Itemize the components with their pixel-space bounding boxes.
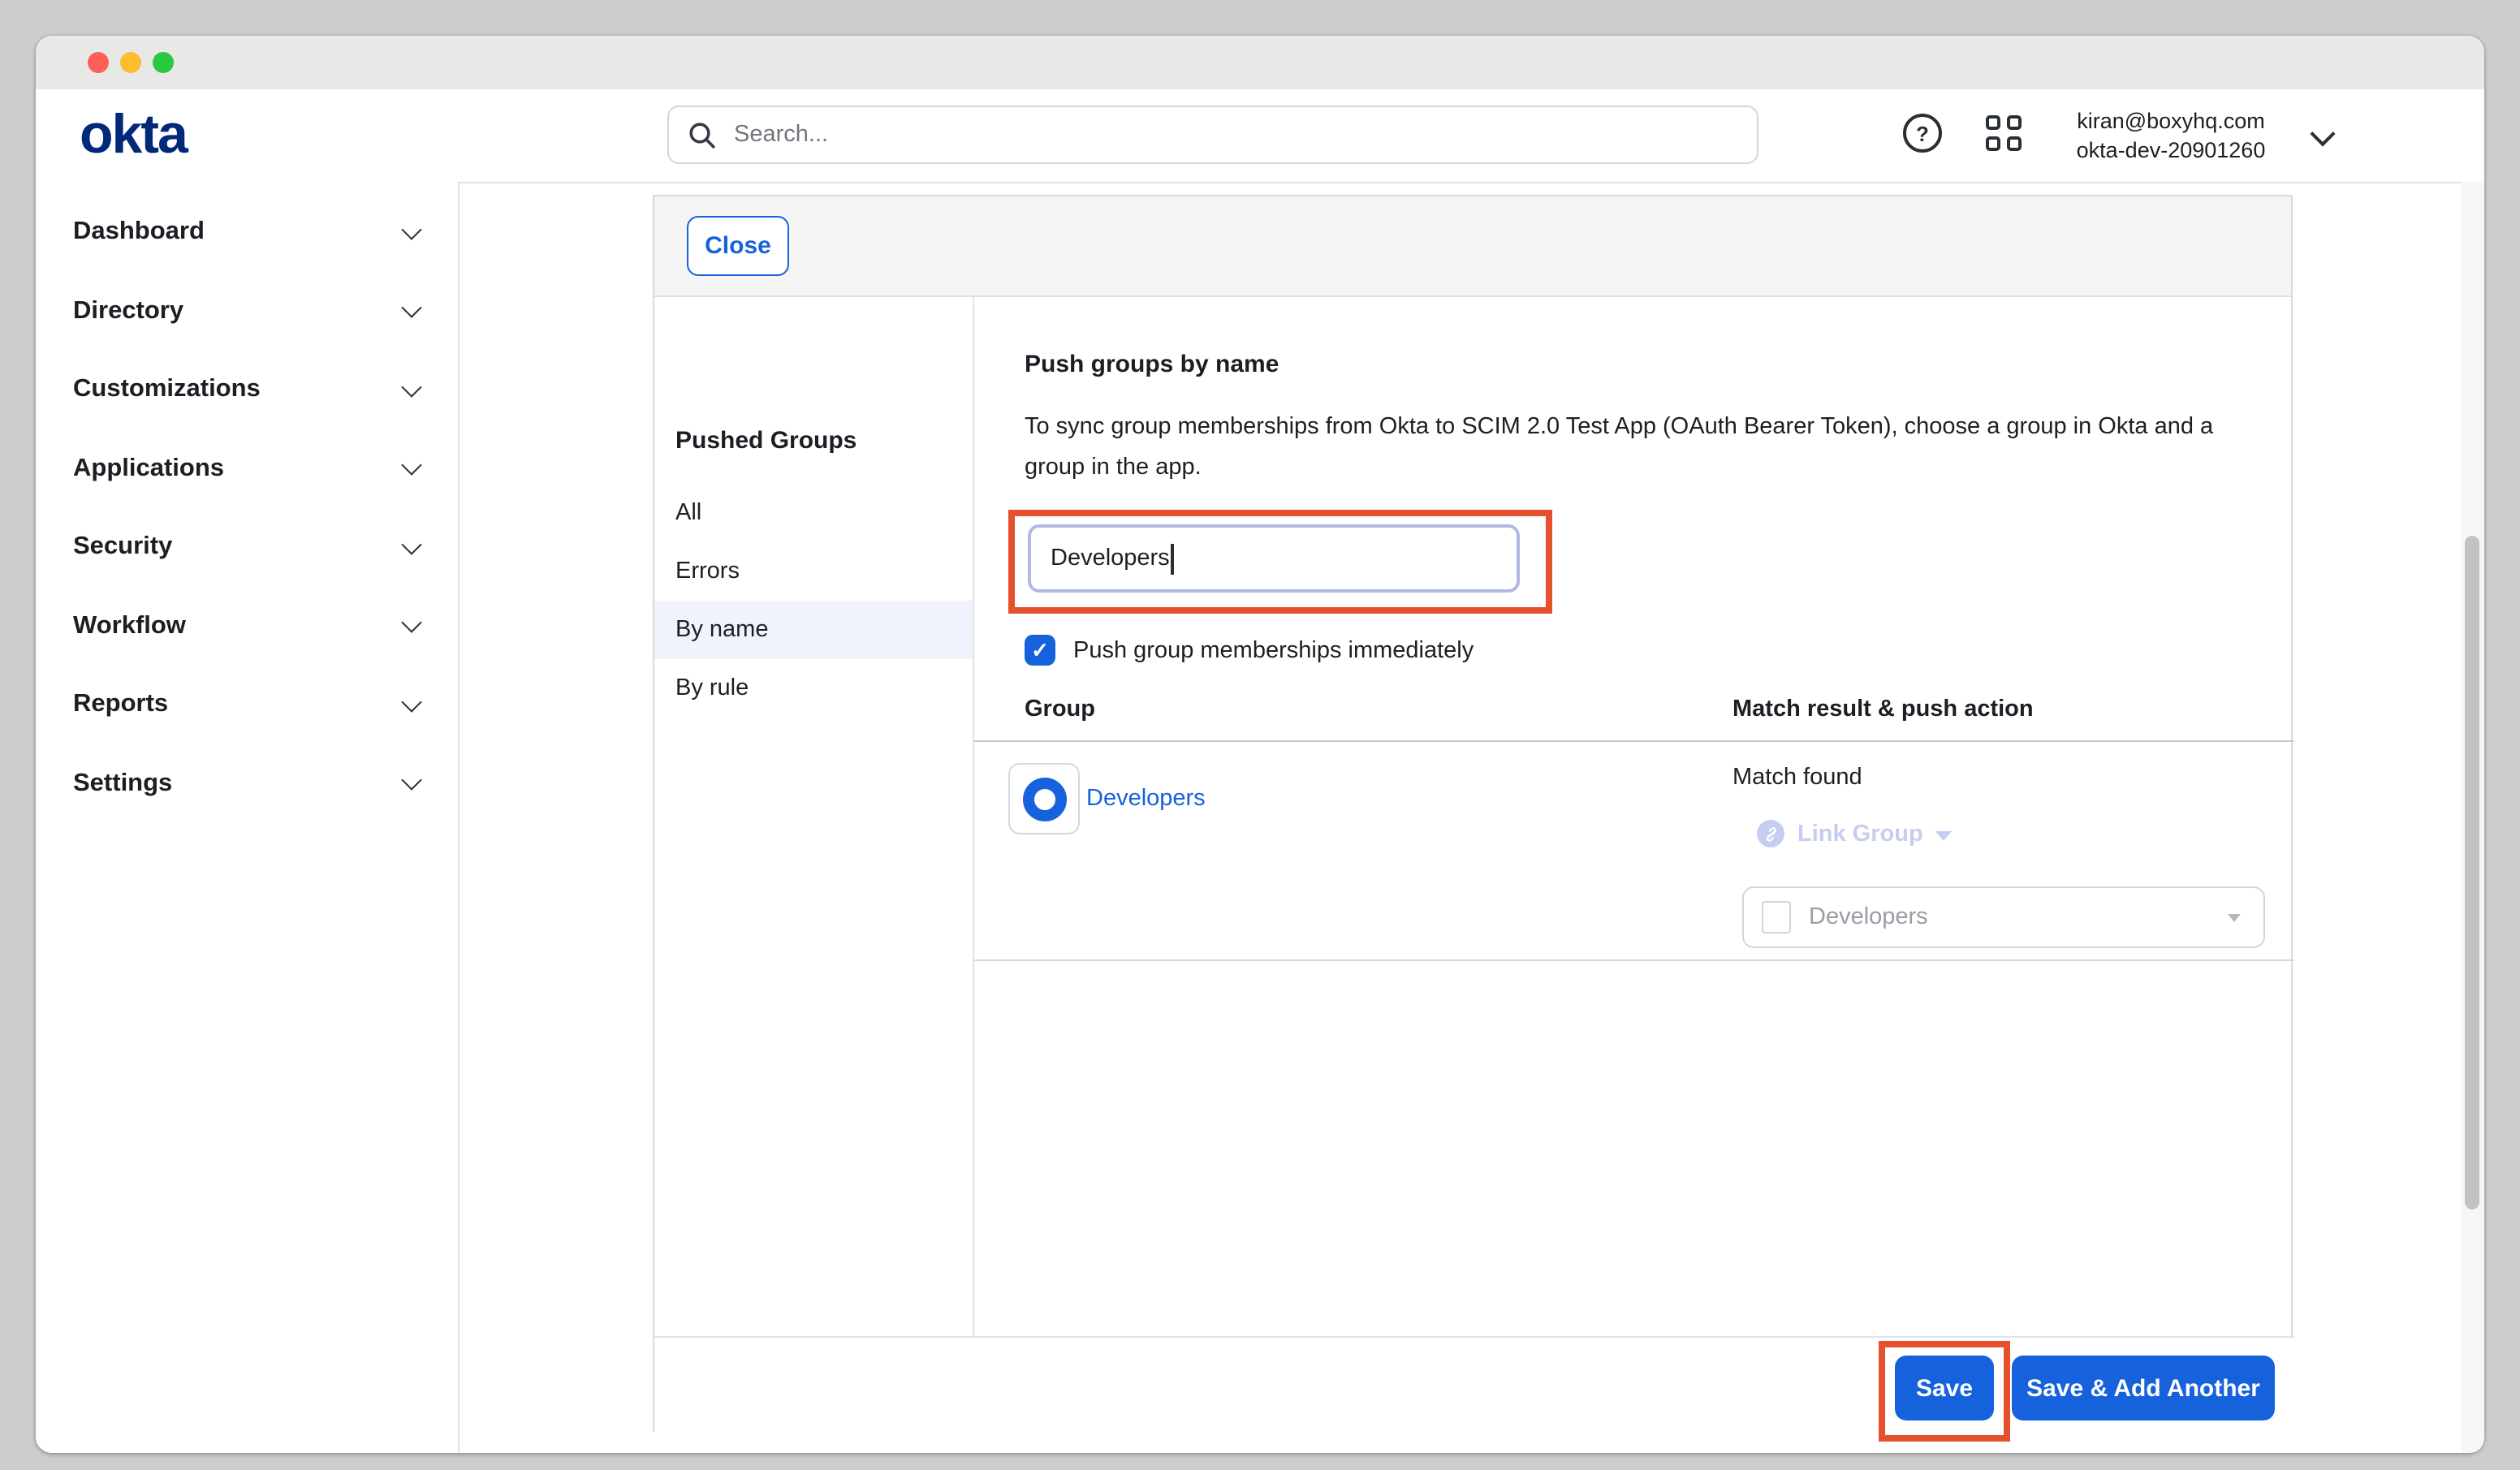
group-avatar-tile bbox=[1008, 763, 1080, 834]
okta-logo: okta bbox=[80, 89, 187, 182]
pushed-groups-subnav: Pushed Groups All Errors By name By rule bbox=[654, 297, 974, 1336]
save-button[interactable]: Save bbox=[1895, 1356, 1994, 1420]
group-search-input[interactable]: Developers bbox=[1028, 524, 1520, 593]
chevron-down-icon bbox=[401, 298, 421, 318]
sidebar-item-reports[interactable]: Reports bbox=[36, 666, 458, 744]
subnav-item-errors[interactable]: Errors bbox=[654, 542, 973, 601]
text-cursor bbox=[1172, 543, 1174, 574]
window-titlebar bbox=[36, 36, 2484, 89]
chevron-down-icon bbox=[401, 455, 421, 476]
browser-window: okta kiran@boxyhq.com okta-dev-20901260 … bbox=[36, 36, 2484, 1453]
select-caret-icon bbox=[2228, 914, 2241, 922]
sidebar-item-customizations[interactable]: Customizations bbox=[36, 351, 458, 429]
sidebar-item-dashboard[interactable]: Dashboard bbox=[36, 193, 458, 272]
account-email: kiran@boxyhq.com bbox=[2043, 107, 2299, 136]
panel-toolbar: Close bbox=[654, 196, 2291, 297]
panel-footer: Save Save & Add Another bbox=[654, 1336, 2294, 1433]
push-groups-panel: Close Pushed Groups All Errors By name B… bbox=[653, 195, 2293, 1432]
chevron-down-icon bbox=[401, 377, 421, 397]
sidebar-item-settings[interactable]: Settings bbox=[36, 744, 458, 823]
scrollbar-track[interactable] bbox=[2462, 182, 2484, 1453]
zoom-window-button[interactable] bbox=[153, 52, 174, 73]
close-window-button[interactable] bbox=[88, 52, 109, 73]
chevron-down-icon bbox=[401, 613, 421, 633]
grid-square bbox=[1986, 136, 2000, 150]
group-name-link[interactable]: Developers bbox=[1086, 786, 1206, 812]
sidebar-nav: Dashboard Directory Customizations Appli… bbox=[36, 182, 460, 1453]
close-button[interactable]: Close bbox=[687, 216, 789, 276]
grid-square bbox=[2006, 136, 2021, 150]
minimize-window-button[interactable] bbox=[120, 52, 141, 73]
search-icon bbox=[688, 121, 716, 149]
help-icon[interactable] bbox=[1903, 114, 1942, 153]
section-description: To sync group memberships from Okta to S… bbox=[1025, 407, 2239, 489]
global-search[interactable] bbox=[667, 106, 1758, 164]
app-group-placeholder-icon bbox=[1762, 901, 1791, 933]
push-by-name-content: Push groups by name To sync group member… bbox=[974, 297, 2294, 1336]
chevron-down-icon[interactable] bbox=[2310, 121, 2335, 146]
page-background: okta kiran@boxyhq.com okta-dev-20901260 … bbox=[0, 0, 2520, 1470]
subnav-item-all[interactable]: All bbox=[654, 484, 973, 542]
link-group-label: Link Group bbox=[1797, 821, 1923, 847]
save-add-another-button[interactable]: Save & Add Another bbox=[2012, 1356, 2275, 1420]
push-immediately-checkbox[interactable] bbox=[1025, 635, 1055, 666]
link-group-dropdown[interactable]: Link Group bbox=[1757, 820, 1953, 847]
account-org: okta-dev-20901260 bbox=[2043, 136, 2299, 166]
section-title: Push groups by name bbox=[1025, 351, 1279, 378]
subnav-item-by-name[interactable]: By name bbox=[654, 601, 973, 659]
link-chain-icon bbox=[1757, 820, 1784, 847]
chevron-down-icon bbox=[401, 692, 421, 712]
app-header: okta kiran@boxyhq.com okta-dev-20901260 bbox=[36, 89, 2484, 183]
sidebar-item-directory[interactable]: Directory bbox=[36, 272, 458, 351]
push-immediately-row: Push group memberships immediately bbox=[1025, 635, 1474, 666]
account-menu[interactable]: kiran@boxyhq.com okta-dev-20901260 bbox=[2043, 107, 2299, 166]
dropdown-caret-icon bbox=[1936, 830, 1953, 840]
group-icon bbox=[1022, 777, 1066, 821]
grid-square bbox=[1986, 115, 2000, 130]
push-immediately-label: Push group memberships immediately bbox=[1073, 637, 1474, 663]
sidebar-item-security[interactable]: Security bbox=[36, 508, 458, 587]
app-group-value: Developers bbox=[1809, 904, 1928, 930]
column-header-match: Match result & push action bbox=[1732, 696, 2034, 722]
apps-grid-icon[interactable] bbox=[1986, 115, 2022, 151]
search-input[interactable] bbox=[731, 120, 1757, 149]
group-search-value: Developers bbox=[1051, 545, 1170, 571]
table-row-divider bbox=[974, 959, 2294, 961]
column-header-group: Group bbox=[1025, 696, 1095, 722]
subnav-title: Pushed Groups bbox=[675, 427, 857, 455]
scrollbar-thumb[interactable] bbox=[2465, 536, 2479, 1209]
chevron-down-icon bbox=[401, 219, 421, 239]
sidebar-item-applications[interactable]: Applications bbox=[36, 429, 458, 508]
subnav-item-by-rule[interactable]: By rule bbox=[654, 659, 973, 718]
chevron-down-icon bbox=[401, 770, 421, 791]
grid-square bbox=[2006, 115, 2021, 130]
sidebar-item-workflow[interactable]: Workflow bbox=[36, 587, 458, 666]
table-header-divider bbox=[974, 740, 2294, 742]
match-result-text: Match found bbox=[1732, 765, 1862, 791]
chevron-down-icon bbox=[401, 534, 421, 554]
app-group-select[interactable]: Developers bbox=[1742, 886, 2265, 948]
